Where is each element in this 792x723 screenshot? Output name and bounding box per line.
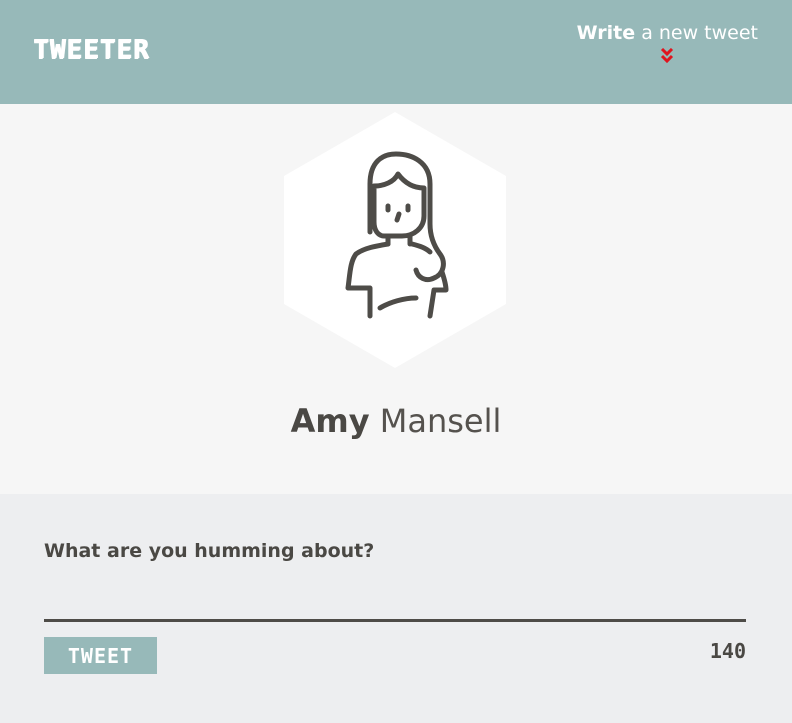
toggle-label-strong: Write <box>576 22 636 44</box>
compose-section: What are you humming about? TWEET 140 <box>0 494 792 723</box>
toggle-label-light: a new tweet <box>641 22 758 44</box>
compose-prompt: What are you humming about? <box>44 540 375 562</box>
write-new-tweet-toggle[interactable]: Write a new tweet <box>577 22 758 64</box>
profile-section: Amy Mansell <box>0 104 792 494</box>
tweet-input[interactable] <box>44 578 746 622</box>
char-counter: 140 <box>709 639 746 663</box>
first-name: Amy <box>290 402 370 440</box>
profile-avatar <box>284 112 506 368</box>
app-logo: TWEETER <box>33 35 150 65</box>
profile-name: Amy Mansell <box>0 402 792 440</box>
last-name: Mansell <box>379 402 502 440</box>
tweet-button[interactable]: TWEET <box>44 637 157 674</box>
double-chevron-down-icon <box>661 48 674 64</box>
app-header: TWEETER Write a new tweet <box>0 0 792 104</box>
